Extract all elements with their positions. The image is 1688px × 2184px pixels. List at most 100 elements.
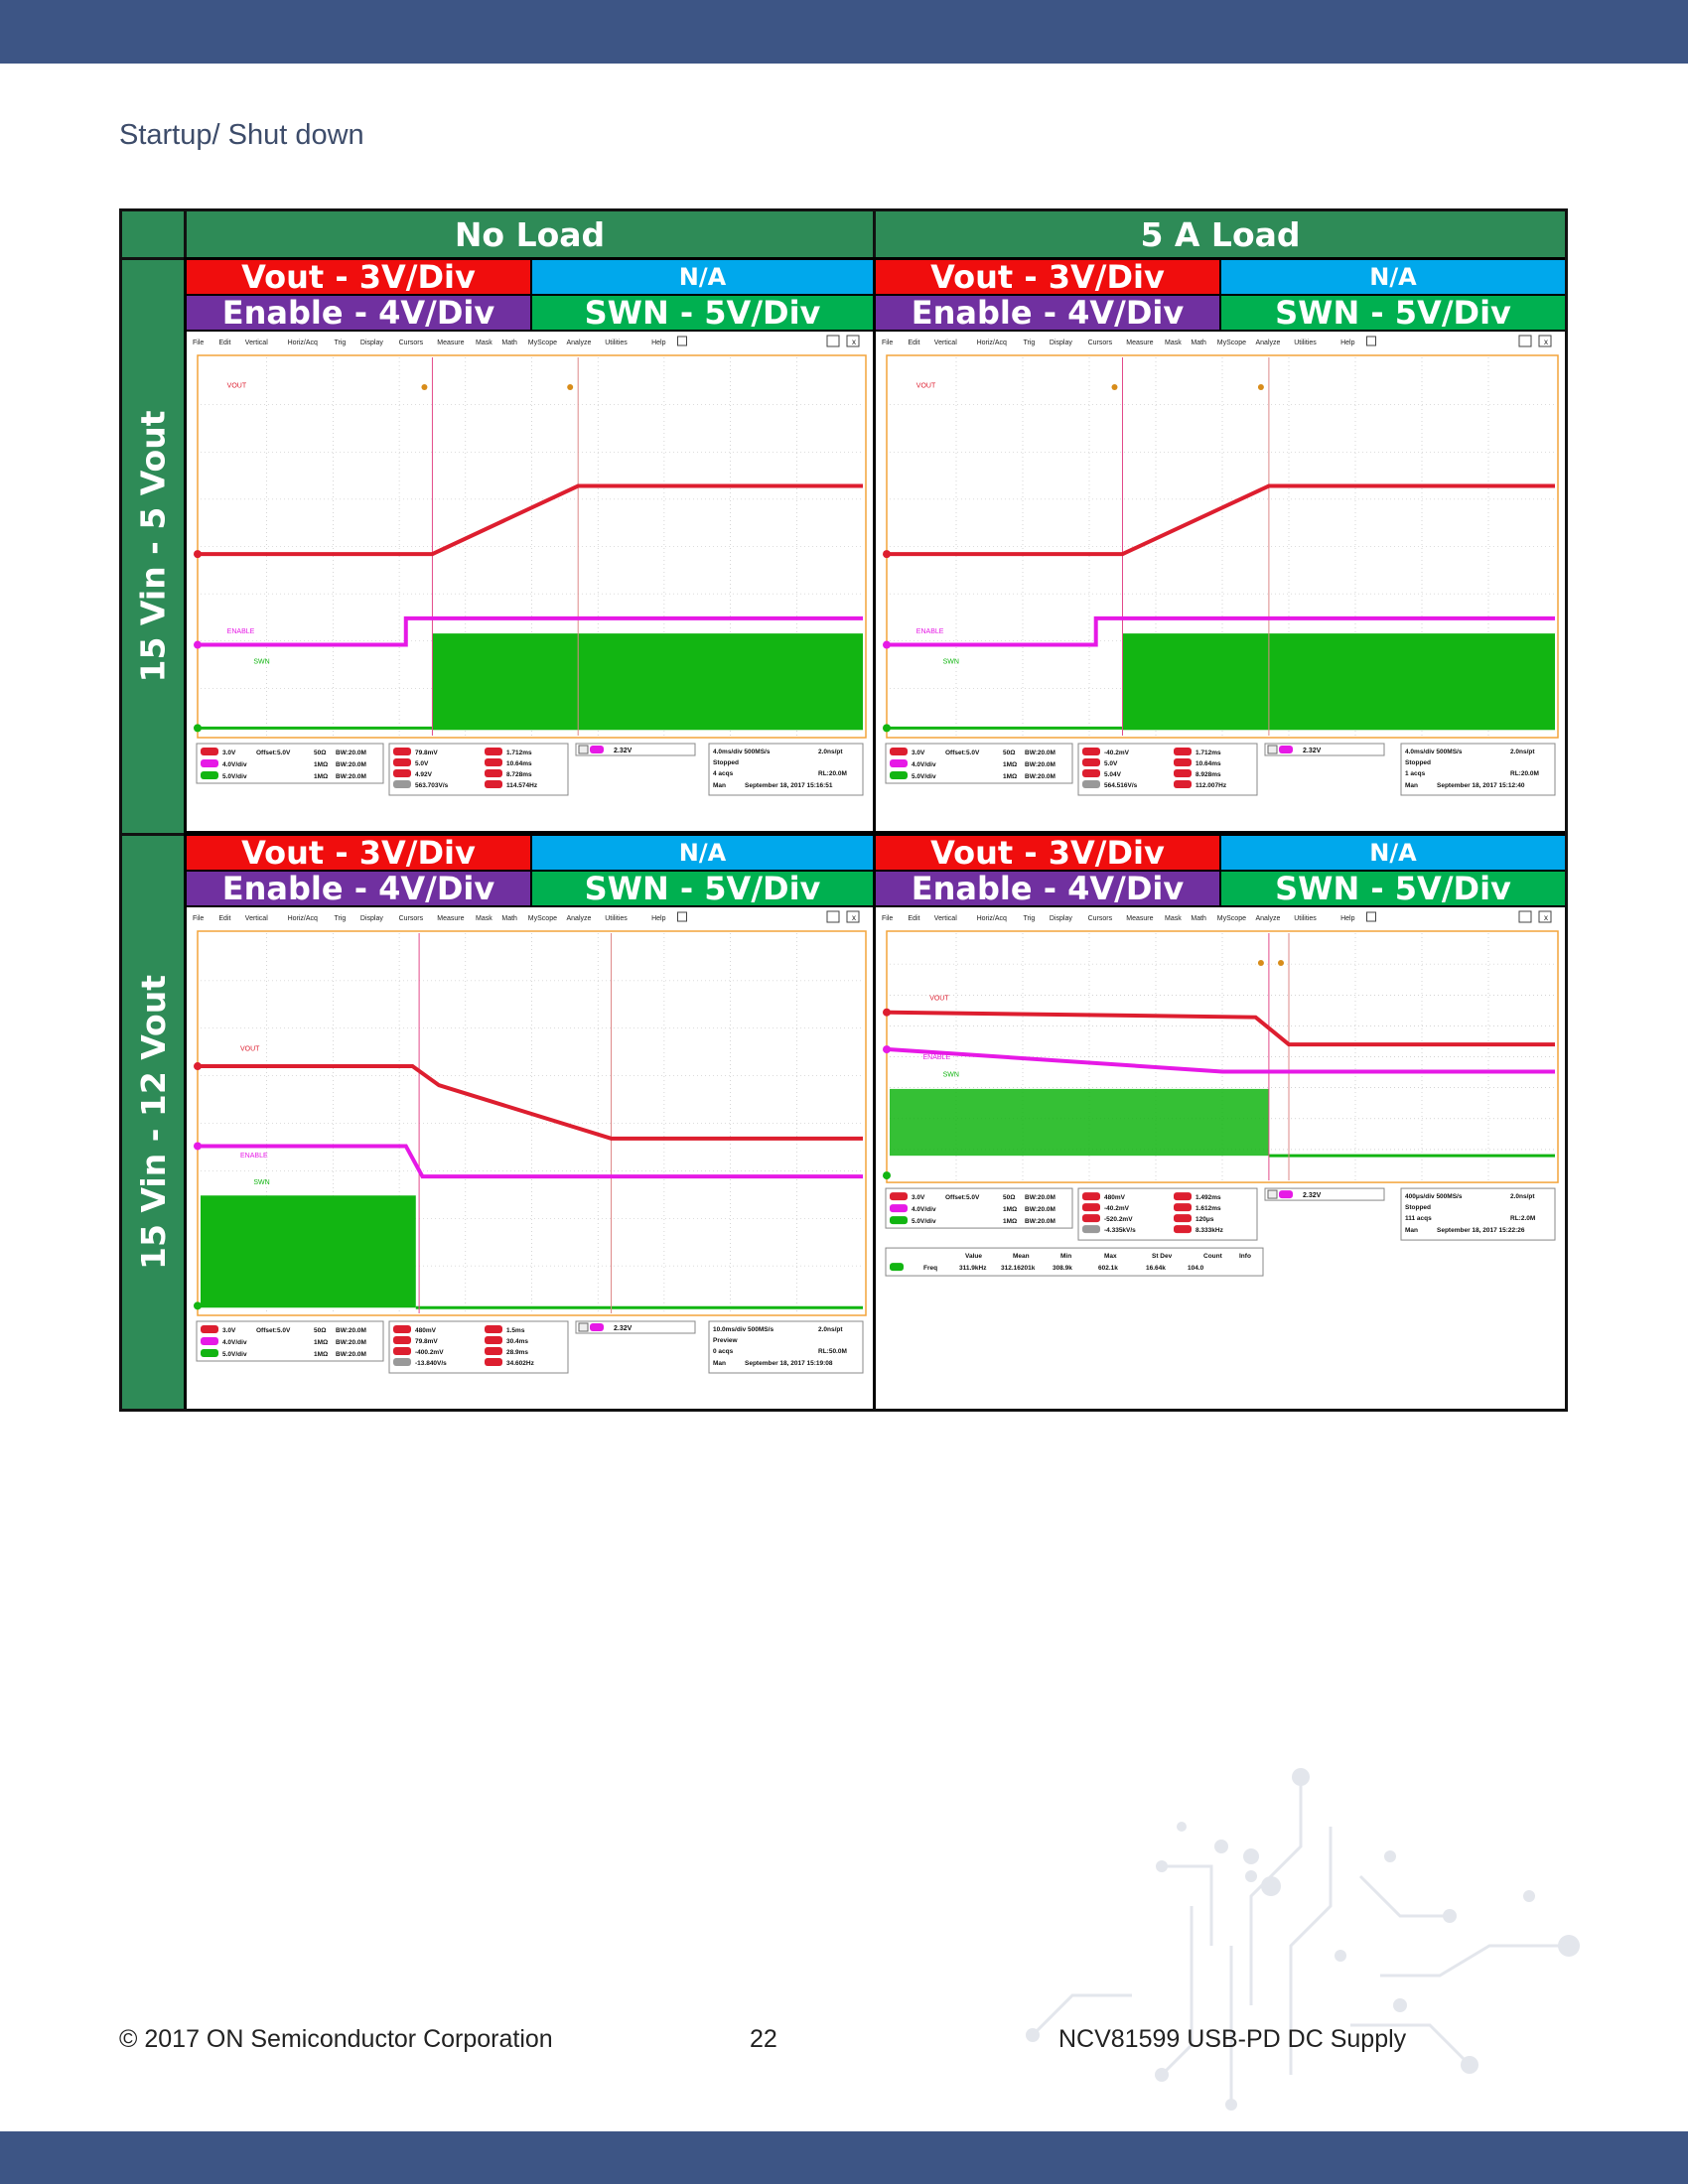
channel-scale: 4.0V/div <box>222 1339 247 1346</box>
meas-value: 8.928ms <box>1196 771 1221 778</box>
meas-value: 563.703V/s <box>415 782 449 789</box>
meas-value: 480mV <box>1104 1194 1126 1201</box>
channel-scale: 3.0V <box>912 750 925 756</box>
acq-resolution: 2.0ns/pt <box>1510 1193 1535 1200</box>
bottom-band <box>0 2131 1688 2184</box>
label-na: N/A <box>532 836 873 870</box>
label-swn: SWN - 5V/Div <box>1221 294 1565 332</box>
menu-item: Edit <box>218 915 230 922</box>
trigger-panel: 2.32V <box>1264 1187 1385 1201</box>
channel-impedance: 1MΩ <box>314 773 328 780</box>
meas-value: 112.007Hz <box>1196 782 1227 789</box>
col-header-no-load: No Load <box>184 211 873 257</box>
menu-item: Math <box>1191 340 1206 346</box>
scope-screenshot-no-load-12vout: File Edit Vertical Horiz/Acq Trig Display Curs… <box>187 907 873 1409</box>
row-header-12vout-label: 15 Vin - 12 Vout <box>133 975 173 1270</box>
channel-impedance: 1MΩ <box>1003 1218 1017 1225</box>
channel-offset: Offset:5.0V <box>945 1194 980 1201</box>
channel-offset: Offset:5.0V <box>256 1327 291 1334</box>
menu-item: Vertical <box>934 340 957 346</box>
meas-value: 5.0V <box>415 760 429 767</box>
menu-item: Cursors <box>399 915 424 922</box>
acquisition-panel: 400μs/div 500MS/s 2.0ns/pt Stopped 111 acqs… <box>1400 1187 1556 1241</box>
stats-value: 104.0 <box>1188 1265 1204 1272</box>
label-na: N/A <box>532 260 873 294</box>
stats-value: 16.64k <box>1146 1265 1166 1272</box>
minimize-icon <box>1518 910 1532 923</box>
minimize-icon <box>826 335 840 347</box>
channel-impedance: 1MΩ <box>1003 761 1017 768</box>
footer-page-number: 22 <box>750 2025 777 2053</box>
acq-state: Preview <box>713 1337 739 1344</box>
minimize-icon <box>826 910 840 923</box>
menu-item: Horiz/Acq <box>288 915 318 922</box>
meas-badge <box>1174 1225 1192 1234</box>
acq-state: Stopped <box>1405 1204 1431 1211</box>
label-enable: Enable - 4V/Div <box>876 870 1219 907</box>
swn-marker-icon <box>883 724 891 733</box>
acq-timestamp: September 18, 2017 15:22:26 <box>1437 1227 1525 1234</box>
col-header-5a-load: 5 A Load <box>873 211 1565 257</box>
menu-item: Cursors <box>1088 340 1113 346</box>
trace-label: VOUT <box>240 1046 260 1053</box>
scope-svg: File Edit Vertical Horiz/Acq Trig Display Curs… <box>882 910 1559 1277</box>
stats-header: Count <box>1203 1253 1223 1260</box>
acq-timebase: 10.0ms/div 500MS/s <box>713 1326 774 1333</box>
cursor-marker <box>1111 384 1118 390</box>
top-band <box>0 0 1688 64</box>
menu-item: Trig <box>1024 915 1036 922</box>
measurement-panel: 480mV 1.492ms -40.2mV 1.612ms -520.2mV 120μs -… <box>1077 1187 1258 1241</box>
meas-badge <box>1174 758 1192 766</box>
trigger-level: 2.32V <box>614 1325 633 1332</box>
meas-value: 564.516V/s <box>1104 782 1138 789</box>
scope-screenshot-5a-load-12vout: File Edit Vertical Horiz/Acq Trig Display Curs… <box>876 907 1565 1409</box>
acq-count: 4 acqs <box>713 770 734 777</box>
meas-badge <box>485 1358 502 1366</box>
meas-badge <box>1082 758 1100 766</box>
channel-scale: 3.0V <box>222 1327 236 1334</box>
trigger-icon <box>1267 1189 1278 1199</box>
meas-badge <box>485 758 502 766</box>
trace-label: VOUT <box>916 382 936 389</box>
channel-scale: 5.0V/div <box>912 773 936 780</box>
channel-bandwidth: BW:20.0M <box>336 1339 366 1346</box>
menu-item: Measure <box>1126 340 1153 346</box>
meas-badge <box>393 769 411 777</box>
acq-timebase: 400μs/div 500MS/s <box>1405 1193 1463 1200</box>
menu-item: Analyze <box>567 340 592 346</box>
scope-menu-bar: File Edit Vertical Horiz/Acq Trig Display Curs… <box>882 335 1552 347</box>
trace-label: ENABLE <box>923 1054 951 1061</box>
trace-label: SWN <box>253 659 269 666</box>
menu-item: Horiz/Acq <box>288 340 318 346</box>
channel-bandwidth: BW:20.0M <box>336 1351 366 1358</box>
acq-resolution: 2.0ns/pt <box>1510 749 1535 755</box>
acq-mode: Man <box>1405 1227 1418 1234</box>
menu-item: Measure <box>437 340 464 346</box>
close-glyph: x <box>852 913 856 922</box>
menu-item: Display <box>360 340 383 346</box>
acq-resolution: 2.0ns/pt <box>818 1326 843 1333</box>
channel-bandwidth: BW:20.0M <box>336 750 366 756</box>
menu-item: Mask <box>1165 340 1182 346</box>
cursor-marker <box>421 384 428 390</box>
meas-value: 4.92V <box>415 771 433 778</box>
swn-marker-icon <box>883 1171 891 1180</box>
channel-bandwidth: BW:20.0M <box>1025 1206 1055 1213</box>
meas-badge <box>393 780 411 788</box>
measurement-panel: -40.2mV 1.712ms 5.0V 10.64ms 5.04V 8.928ms 564… <box>1077 743 1258 796</box>
menu-item: MyScope <box>528 915 557 922</box>
meas-badge <box>1174 1192 1192 1201</box>
acquisition-panel: 4.0ms/div 500MS/s 2.0ns/pt Stopped 1 acqs RL… <box>1400 743 1556 796</box>
menu-item: Mask <box>476 915 492 922</box>
menu-dropdown-icon <box>1366 911 1376 922</box>
vout-marker-icon <box>883 550 891 559</box>
meas-value: 1.5ms <box>506 1327 525 1334</box>
measurement-panel: 480mV 1.5ms 79.8mV 30.4ms -400.2mV 28.9ms -13.… <box>388 1320 569 1374</box>
menu-item: Trig <box>1024 340 1036 346</box>
vout-marker-icon <box>883 1008 891 1017</box>
menu-dropdown-icon <box>677 336 687 346</box>
menu-item: MyScope <box>528 340 557 346</box>
label-vout: Vout - 3V/Div <box>187 834 530 872</box>
trace-label: ENABLE <box>240 1153 268 1160</box>
vout-marker-icon <box>194 550 202 559</box>
